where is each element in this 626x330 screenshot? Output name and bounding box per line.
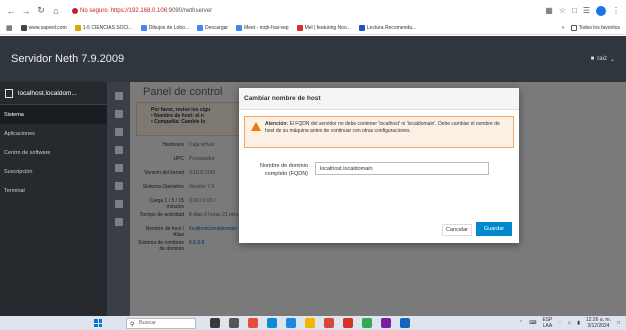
bookmark-item[interactable]: Descargar — [197, 24, 228, 31]
security-warning-chip[interactable]: No seguro — [72, 7, 108, 14]
app-icon[interactable] — [362, 318, 372, 328]
translate-icon[interactable]: ▦ — [545, 6, 553, 15]
file-explorer-icon[interactable] — [210, 318, 220, 328]
windows-taskbar: ⚲ Buscar ⌃ ⌨ ESP LAA ◌ ♫ ▮ 12:26 a. m. 3/1… — [0, 316, 626, 330]
url-host: https://192.168.0.106 — [110, 7, 168, 14]
app-icon[interactable] — [248, 318, 258, 328]
taskbar-search-input[interactable]: ⚲ Buscar — [126, 317, 196, 329]
fqdn-label: Nombre de dominio completo (FQDN) — [260, 163, 308, 177]
battery-icon[interactable]: ▮ — [577, 320, 580, 326]
bookmark-item[interactable]: Meet - mqh-fxai-vep — [236, 24, 289, 31]
bookmarks-right: » Todos los favoritos — [562, 24, 620, 31]
terminal-icon[interactable] — [114, 218, 123, 226]
edge-icon[interactable] — [267, 318, 277, 328]
volume-icon[interactable]: ♫ — [567, 320, 571, 326]
apps-grid-icon[interactable]: ▦ — [6, 24, 13, 32]
extensions-icon[interactable]: □ — [572, 6, 577, 15]
star-icon[interactable]: ☆ — [559, 6, 566, 15]
bookmarks-bar: ▦ www.sapred.com 1-5 CIENCIAS SOCI... Di… — [0, 21, 626, 35]
reload-icon[interactable]: ↻ — [36, 5, 46, 16]
security-label: No seguro — [80, 7, 108, 14]
user-icon: ■ — [590, 56, 595, 62]
chevron-down-icon: ⌄ — [609, 56, 615, 63]
save-button[interactable]: Guardar — [476, 222, 512, 236]
bookmark-favicon-icon — [236, 24, 243, 31]
logs-icon[interactable] — [114, 200, 123, 208]
subnav-strip — [107, 82, 130, 316]
warning-icon — [72, 7, 78, 14]
chrome-icon[interactable] — [324, 318, 334, 328]
all-favorites-button[interactable]: Todos los favoritos — [570, 24, 620, 31]
wifi-icon[interactable]: ◌ — [558, 320, 561, 326]
host-name: localhost.localdom... — [18, 89, 77, 97]
task-view-icon[interactable] — [229, 318, 239, 328]
forward-arrow-icon[interactable]: → — [21, 6, 31, 16]
bookmark-favicon-icon — [74, 24, 81, 31]
services-icon[interactable] — [114, 182, 123, 190]
warning-bold: Atención: — [265, 121, 289, 127]
users-icon[interactable] — [114, 164, 123, 172]
bookmark-item[interactable]: Mel | featuring Noo... — [296, 24, 351, 31]
bookmark-favicon-icon — [296, 24, 303, 31]
url-text: https://192.168.0.106:9090/nethserver — [111, 8, 212, 14]
clock[interactable]: 12:26 a. m. 3/12/2024 — [586, 317, 611, 329]
tray-chevron-icon[interactable]: ⌃ — [519, 320, 523, 326]
change-hostname-dialog: Cambiar nombre de host Atención: El FQDN… — [239, 88, 519, 243]
profile-avatar[interactable] — [596, 5, 606, 16]
toolbar-right: ▦ ☆ □ ☰ ⋮ — [545, 5, 620, 16]
bookmark-item[interactable]: Dibujos de Lobo... — [140, 24, 189, 31]
dialog-warning: Atención: El FQDN del servidor no debe c… — [244, 116, 514, 148]
taskbar-apps — [210, 318, 410, 328]
network-icon[interactable] — [114, 146, 123, 154]
language-indicator[interactable]: ESP LAA — [542, 317, 552, 329]
bookmark-favicon-icon — [197, 24, 204, 31]
windows-start-icon[interactable] — [94, 319, 102, 327]
cancel-button[interactable]: Cancelar — [442, 224, 473, 236]
folder-icon[interactable] — [305, 318, 315, 328]
server-icon — [5, 88, 13, 98]
sidepanel-icon[interactable]: ☰ — [583, 6, 590, 15]
url-path: :9090/nethserver — [167, 7, 213, 14]
fqdn-form-row: Nombre de dominio completo (FQDN) — [244, 162, 489, 178]
search-icon: ⚲ — [130, 321, 135, 328]
warning-triangle-icon — [251, 122, 261, 131]
bookmark-favicon-icon — [358, 24, 365, 31]
settings-icon[interactable] — [114, 110, 123, 118]
app-icon[interactable] — [343, 318, 353, 328]
menu-icon[interactable]: ⋮ — [612, 6, 620, 15]
more-bookmarks-button[interactable]: » — [562, 25, 565, 31]
user-menu[interactable]: ■ raiz ⌄ — [591, 56, 615, 63]
app-icon[interactable] — [286, 318, 296, 328]
storage-icon[interactable] — [114, 128, 123, 136]
app-header: Servidor Neth 7.9.2009 ■ raiz ⌄ — [0, 36, 626, 82]
fqdn-input[interactable] — [315, 162, 489, 175]
search-placeholder: Buscar — [139, 320, 157, 326]
dialog-title: Cambiar nombre de host — [239, 88, 519, 110]
home-icon[interactable]: ⌂ — [51, 6, 61, 16]
app-title: Servidor Neth 7.9.2009 — [11, 53, 125, 65]
bookmark-item[interactable]: Lectura Recomenda... — [358, 24, 416, 31]
bookmark-item[interactable]: www.sapred.com — [20, 24, 67, 31]
warning-text: El FQDN del servidor no debe contener 'l… — [265, 121, 500, 134]
dashboard-icon[interactable] — [114, 92, 123, 100]
system-tray: ⌃ ⌨ ESP LAA ◌ ♫ ▮ 12:26 a. m. 3/12/2024 □ — [519, 317, 620, 329]
folder-icon — [570, 24, 577, 31]
app-icon[interactable] — [381, 318, 391, 328]
keyboard-icon[interactable]: ⌨ — [529, 320, 536, 326]
notification-icon[interactable]: □ — [617, 320, 620, 326]
address-bar[interactable]: No seguro https://192.168.0.106:9090/net… — [72, 4, 540, 18]
sidebar: localhost.localdom... Sistema Aplicacion… — [0, 82, 130, 316]
bookmark-favicon-icon — [20, 24, 27, 31]
bookmark-item[interactable]: 1-5 CIENCIAS SOCI... — [74, 24, 133, 31]
back-arrow-icon[interactable]: ← — [6, 6, 16, 16]
user-name: raiz — [597, 56, 607, 62]
browser-toolbar: ← → ↻ ⌂ No seguro https://192.168.0.106:… — [0, 0, 626, 21]
bookmark-favicon-icon — [140, 24, 147, 31]
vscode-icon[interactable] — [400, 318, 410, 328]
